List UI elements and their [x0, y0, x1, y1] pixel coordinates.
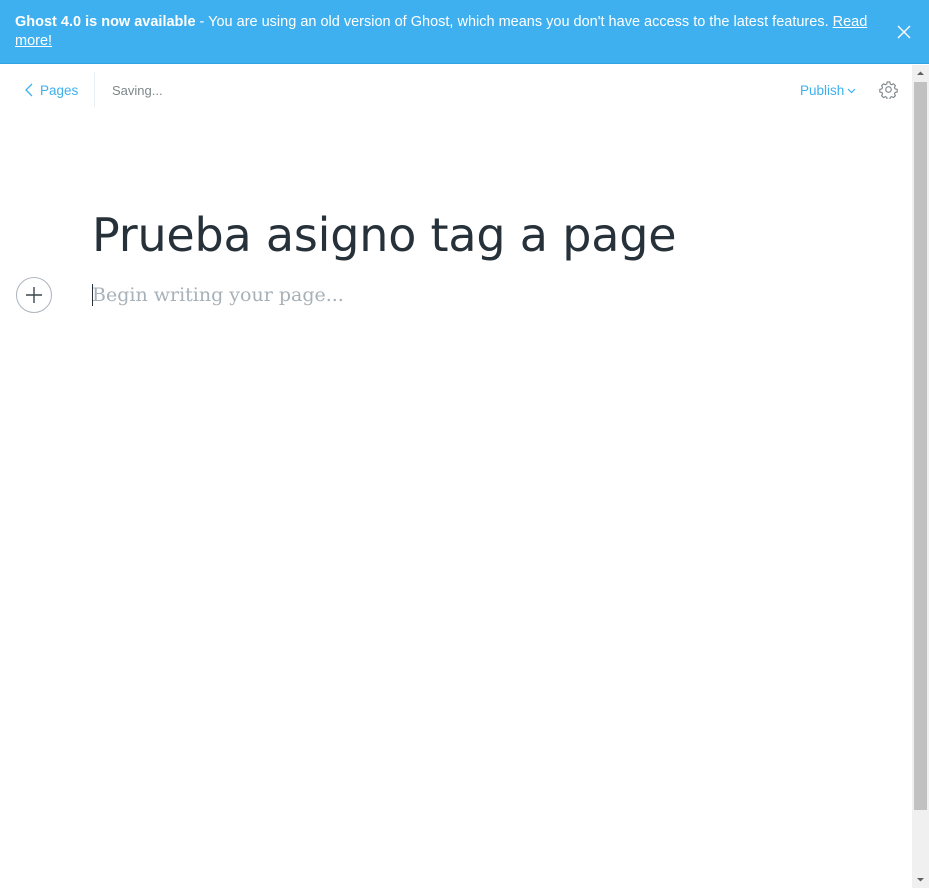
banner-body: - You are using an old version of Ghost,… — [195, 14, 833, 30]
add-card-button[interactable] — [16, 277, 52, 313]
toolbar-divider — [94, 72, 95, 107]
body-placeholder: Begin writing your page... — [92, 284, 344, 306]
page-body-editor[interactable]: Begin writing your page... — [92, 282, 892, 310]
publish-label: Publish — [800, 83, 845, 98]
update-banner: Ghost 4.0 is now available - You are usi… — [0, 0, 929, 64]
scrollbar-thumb[interactable] — [914, 82, 927, 810]
chevron-left-icon — [25, 83, 33, 97]
publish-menu-button[interactable]: Publish — [800, 83, 856, 98]
close-icon[interactable] — [894, 22, 914, 42]
scroll-up-arrow[interactable] — [912, 65, 929, 82]
editor-toolbar: Pages Saving... Publish — [0, 65, 912, 115]
banner-title: Ghost 4.0 is now available — [15, 14, 196, 30]
scroll-down-arrow[interactable] — [912, 871, 929, 888]
plus-icon — [26, 287, 42, 303]
banner-message: Ghost 4.0 is now available - You are usi… — [15, 13, 875, 51]
back-label: Pages — [40, 82, 79, 98]
gear-icon[interactable] — [879, 80, 898, 100]
vertical-scrollbar[interactable] — [912, 65, 929, 888]
chevron-down-icon — [847, 88, 856, 93]
save-status: Saving... — [112, 83, 163, 98]
page-title-input[interactable]: Prueba asigno tag a page — [92, 205, 677, 265]
back-to-pages-link[interactable]: Pages — [25, 81, 78, 99]
